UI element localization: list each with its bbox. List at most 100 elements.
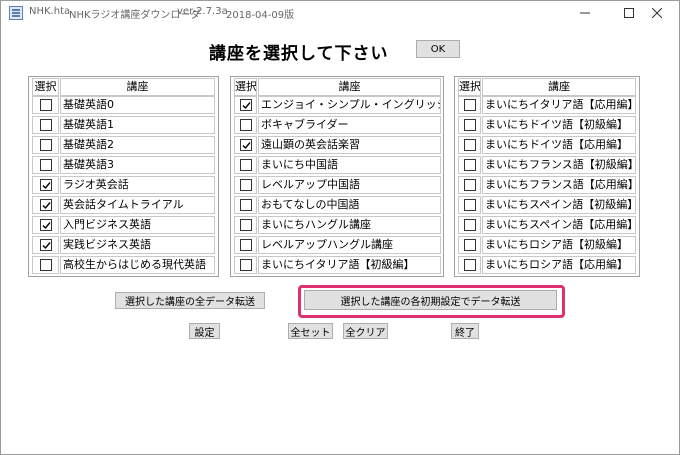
check-icon <box>42 222 51 230</box>
course-name: おもてなしの中国語 <box>258 196 441 214</box>
close-icon[interactable] <box>635 1 679 25</box>
course-checkbox[interactable] <box>40 179 52 191</box>
check-icon <box>42 242 51 250</box>
app-name: NHK.hta <box>29 6 71 17</box>
checkbox-cell <box>32 216 59 234</box>
checkbox-cell <box>32 256 59 274</box>
course-checkbox[interactable] <box>40 119 52 131</box>
checkbox-cell <box>32 196 59 214</box>
title-bar[interactable]: NHK.hta NHKラジオ講座ダウンローダ ver-2.7.3a 2018-0… <box>1 1 679 27</box>
course-checkbox[interactable] <box>240 139 252 151</box>
exit-button[interactable]: 終了 <box>451 323 479 339</box>
checkbox-cell <box>458 136 481 154</box>
course-name: ボキャブライダー <box>258 116 441 134</box>
course-checkbox[interactable] <box>240 159 252 171</box>
course-checkbox[interactable] <box>40 139 52 151</box>
checkbox-cell <box>458 156 481 174</box>
minimize-icon[interactable] <box>563 1 607 25</box>
transfer-all-button[interactable]: 選択した講座の全データ転送 <box>115 292 265 309</box>
course-checkbox[interactable] <box>464 159 476 171</box>
select-header: 選択 <box>32 78 59 96</box>
course-checkbox[interactable] <box>240 199 252 211</box>
course-name: 基礎英語1 <box>60 116 215 134</box>
checkbox-cell <box>458 216 481 234</box>
check-icon <box>42 182 51 190</box>
build-date: 2018-04-09版 <box>226 10 295 21</box>
course-name: まいにち中国語 <box>258 156 441 174</box>
ok-button[interactable]: OK <box>416 40 460 58</box>
course-name: まいにちイタリア語【応用編】 <box>482 96 636 114</box>
course-name: まいにちドイツ語【応用編】 <box>482 136 636 154</box>
checkbox-cell <box>32 136 59 154</box>
checkbox-cell <box>32 236 59 254</box>
checkbox-cell <box>458 176 481 194</box>
select-header: 選択 <box>458 78 481 96</box>
app-window: NHK.hta NHKラジオ講座ダウンローダ ver-2.7.3a 2018-0… <box>0 0 680 455</box>
course-checkbox[interactable] <box>240 259 252 271</box>
course-checkbox[interactable] <box>464 199 476 211</box>
checkbox-cell <box>234 156 257 174</box>
course-name: まいにちロシア語【初級編】 <box>482 236 636 254</box>
course-header: 講座 <box>60 78 215 96</box>
select-all-button[interactable]: 全セット <box>288 323 333 339</box>
course-name: まいにちスペイン語【応用編】 <box>482 216 636 234</box>
course-header: 講座 <box>482 78 636 96</box>
course-name: まいにちフランス語【初級編】 <box>482 156 636 174</box>
select-header: 選択 <box>234 78 257 96</box>
settings-button[interactable]: 設定 <box>189 323 220 339</box>
course-name: まいにちフランス語【応用編】 <box>482 176 636 194</box>
course-checkbox[interactable] <box>40 199 52 211</box>
check-icon <box>242 142 251 150</box>
checkbox-cell <box>234 96 257 114</box>
course-checkbox[interactable] <box>464 99 476 111</box>
page-title: 講座を選択して下さい <box>209 44 389 64</box>
course-checkbox[interactable] <box>464 219 476 231</box>
course-name: まいにちスペイン語【初級編】 <box>482 196 636 214</box>
checkbox-cell <box>32 156 59 174</box>
course-checkbox[interactable] <box>240 179 252 191</box>
course-checkbox[interactable] <box>240 119 252 131</box>
course-name: レベルアップ中国語 <box>258 176 441 194</box>
course-checkbox[interactable] <box>40 219 52 231</box>
check-icon <box>242 102 251 110</box>
course-name: 入門ビジネス英語 <box>60 216 215 234</box>
course-name: 遠山顕の英会話楽習 <box>258 136 441 154</box>
checkbox-cell <box>234 256 257 274</box>
checkbox-cell <box>458 196 481 214</box>
course-checkbox[interactable] <box>240 99 252 111</box>
checkbox-cell <box>458 96 481 114</box>
course-checkbox[interactable] <box>464 259 476 271</box>
course-name: ラジオ英会話 <box>60 176 215 194</box>
course-checkbox[interactable] <box>40 259 52 271</box>
highlight-box <box>298 285 565 318</box>
checkbox-cell <box>234 176 257 194</box>
checkbox-cell <box>32 96 59 114</box>
course-name: まいにちロシア語【応用編】 <box>482 256 636 274</box>
course-checkbox[interactable] <box>40 239 52 251</box>
course-name: 高校生からはじめる現代英語 <box>60 256 215 274</box>
course-name: 英会話タイムトライアル <box>60 196 215 214</box>
course-name: まいにちイタリア語【初級編】 <box>258 256 441 274</box>
checkbox-cell <box>234 236 257 254</box>
course-checkbox[interactable] <box>240 239 252 251</box>
course-name: エンジョイ・シンプル・イングリッシュ <box>258 96 441 114</box>
check-icon <box>42 202 51 210</box>
course-name: 基礎英語3 <box>60 156 215 174</box>
course-checkbox[interactable] <box>40 159 52 171</box>
checkbox-cell <box>458 236 481 254</box>
course-checkbox[interactable] <box>464 179 476 191</box>
version-label: ver-2.7.3a <box>177 6 228 17</box>
checkbox-cell <box>234 136 257 154</box>
course-checkbox[interactable] <box>464 239 476 251</box>
clear-all-button[interactable]: 全クリア <box>343 323 388 339</box>
checkbox-cell <box>458 256 481 274</box>
checkbox-cell <box>458 116 481 134</box>
course-checkbox[interactable] <box>464 139 476 151</box>
checkbox-cell <box>32 176 59 194</box>
course-name: 基礎英語0 <box>60 96 215 114</box>
checkbox-cell <box>234 116 257 134</box>
checkbox-cell <box>234 196 257 214</box>
course-checkbox[interactable] <box>40 99 52 111</box>
course-checkbox[interactable] <box>464 119 476 131</box>
course-checkbox[interactable] <box>240 219 252 231</box>
